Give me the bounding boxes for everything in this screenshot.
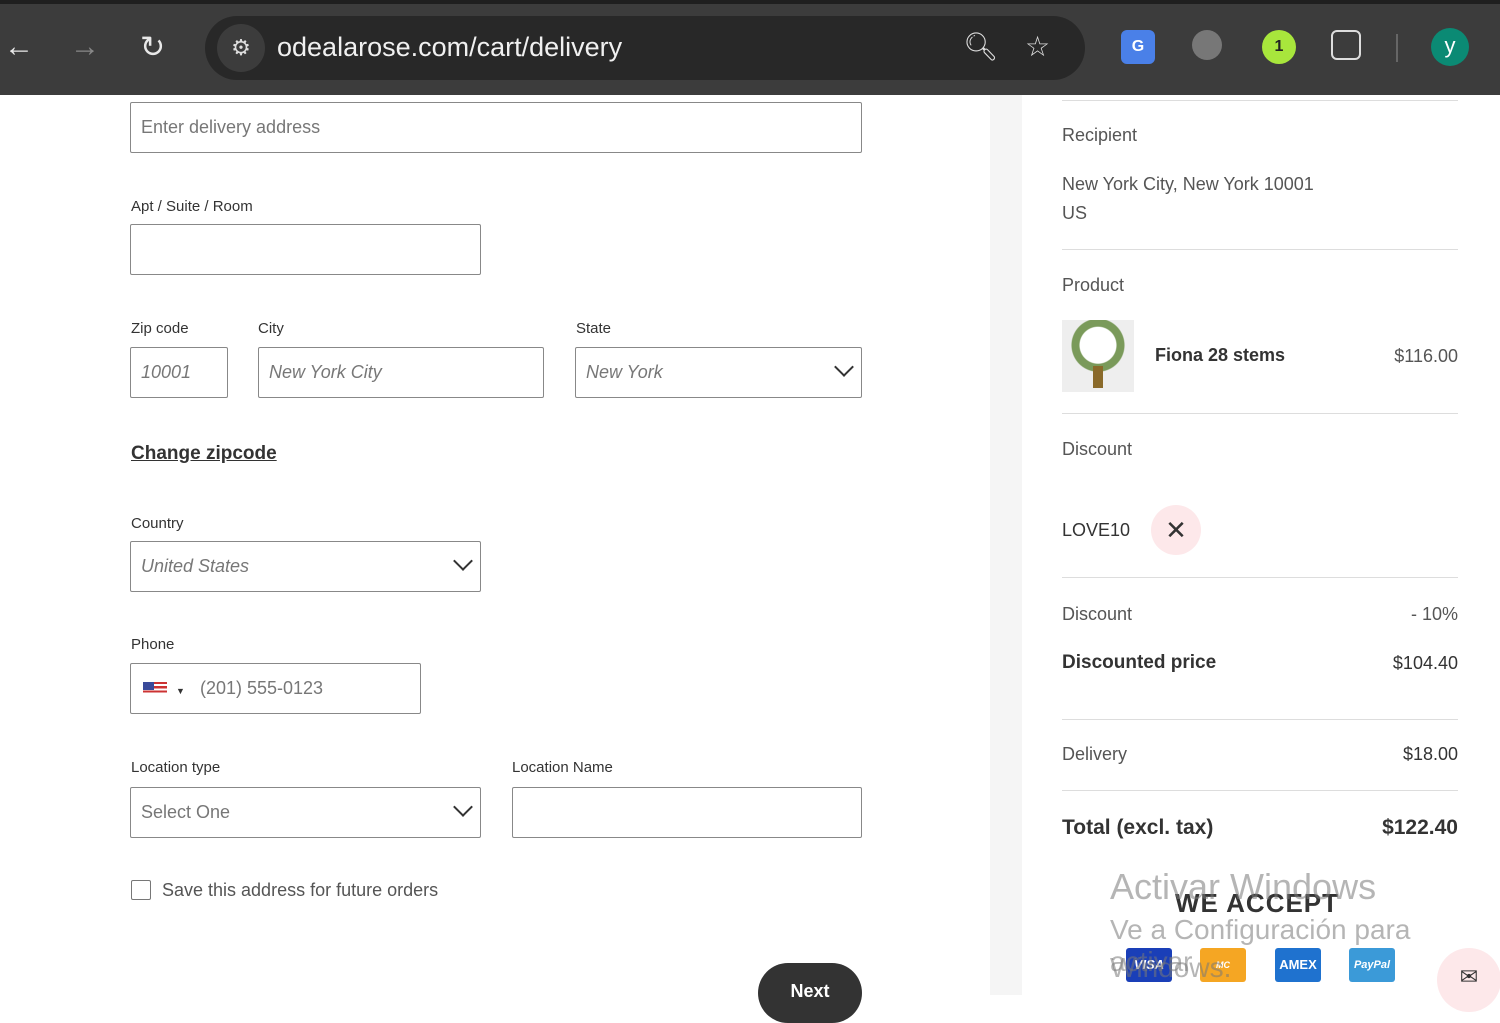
- url-text[interactable]: odealarose.com/cart/delivery: [277, 32, 622, 63]
- chevron-down-icon: [834, 357, 854, 377]
- site-settings-icon[interactable]: ⚙: [217, 24, 265, 72]
- extension-badge: 1: [1274, 38, 1284, 55]
- zip-label: Zip code: [131, 320, 189, 337]
- recipient-label: Recipient: [1062, 125, 1138, 145]
- location-type-label: Location type: [131, 759, 221, 776]
- phone-placeholder: (201) 555-0123: [199, 678, 324, 698]
- city-label: City: [258, 320, 284, 337]
- forward-icon[interactable]: →: [70, 30, 100, 64]
- total-value: $122.40: [1382, 816, 1458, 839]
- apt-label: Apt / Suite / Room: [131, 198, 253, 215]
- translate-icon[interactable]: G: [1121, 30, 1155, 64]
- column-divider: [990, 95, 1022, 995]
- back-icon[interactable]: ←: [4, 30, 34, 64]
- discount-row-value: - 10%: [1410, 604, 1458, 624]
- reload-icon[interactable]: ↻: [140, 30, 165, 65]
- divider: [1062, 413, 1458, 414]
- product-image: [1062, 320, 1134, 392]
- phone-label: Phone: [131, 636, 175, 653]
- windows-watermark-text-2: Windows.: [1110, 952, 1232, 983]
- country-select[interactable]: United States: [130, 541, 481, 592]
- extension-icon[interactable]: [1192, 30, 1222, 60]
- delivery-label: Delivery: [1062, 744, 1128, 764]
- location-type-value: Select One: [141, 802, 231, 822]
- delivery-value: $18.00: [1402, 744, 1458, 764]
- product-price: $116.00: [1394, 346, 1458, 366]
- divider: [1062, 719, 1458, 720]
- windows-watermark-title: Activar Windows: [1110, 866, 1377, 907]
- chevron-down-icon: [453, 797, 473, 817]
- save-address-label[interactable]: Save this address for future orders: [162, 880, 438, 901]
- discount-code: LOVE10: [1062, 520, 1131, 540]
- country-value: United States: [141, 556, 250, 576]
- discount-label: Discount: [1062, 439, 1133, 459]
- total-label: Total (excl. tax): [1062, 816, 1214, 839]
- location-type-select[interactable]: Select One: [130, 787, 481, 838]
- puzzle-icon[interactable]: [1331, 30, 1361, 60]
- location-name-input[interactable]: [512, 787, 862, 838]
- product-label: Product: [1062, 275, 1125, 295]
- divider: [1062, 577, 1458, 578]
- star-icon[interactable]: ☆: [1025, 30, 1050, 63]
- divider: [1396, 34, 1398, 62]
- change-zipcode-link[interactable]: Change zipcode: [131, 443, 277, 465]
- browser-toolbar: ← → ↻ ⚙ odealarose.com/cart/delivery 🔍︎ …: [0, 0, 1500, 95]
- state-value: New York: [586, 362, 663, 382]
- discounted-price-label: Discounted price: [1062, 652, 1217, 673]
- phone-input[interactable]: ▼ (201) 555-0123: [130, 663, 421, 714]
- state-label: State: [576, 320, 612, 337]
- next-button[interactable]: Next: [758, 963, 862, 1023]
- zip-input[interactable]: 10001: [130, 347, 228, 398]
- divider: [1062, 249, 1458, 250]
- address-input[interactable]: Enter delivery address: [130, 102, 862, 153]
- remove-discount-button[interactable]: ✕: [1151, 505, 1201, 555]
- caret-icon[interactable]: ▼: [176, 686, 185, 696]
- divider: [1062, 100, 1458, 101]
- discounted-price-value: $104.40: [1392, 653, 1458, 673]
- extension-badge-icon[interactable]: 1: [1262, 30, 1296, 64]
- location-name-label: Location Name: [512, 759, 613, 776]
- mail-button[interactable]: ✉: [1437, 948, 1500, 1012]
- chevron-down-icon: [453, 551, 473, 571]
- recipient-address: New York City, New York 10001: [1062, 174, 1314, 194]
- product-name: Fiona 28 stems: [1155, 345, 1286, 365]
- mail-icon: ✉: [1459, 964, 1479, 989]
- zoom-icon[interactable]: 🔍︎: [963, 30, 999, 63]
- state-select[interactable]: New York: [575, 347, 862, 398]
- tab-strip: [0, 0, 1500, 4]
- apt-input[interactable]: [130, 224, 481, 275]
- city-input[interactable]: New York City: [258, 347, 544, 398]
- recipient-country: US: [1062, 203, 1088, 223]
- profile-avatar[interactable]: y: [1431, 28, 1469, 66]
- country-label: Country: [131, 515, 184, 532]
- us-flag-icon[interactable]: [143, 682, 167, 697]
- divider: [1062, 790, 1458, 791]
- save-address-checkbox[interactable]: [131, 880, 151, 900]
- discount-row-label: Discount: [1062, 604, 1133, 624]
- address-bar[interactable]: ⚙ odealarose.com/cart/delivery 🔍︎ ☆: [205, 16, 1085, 80]
